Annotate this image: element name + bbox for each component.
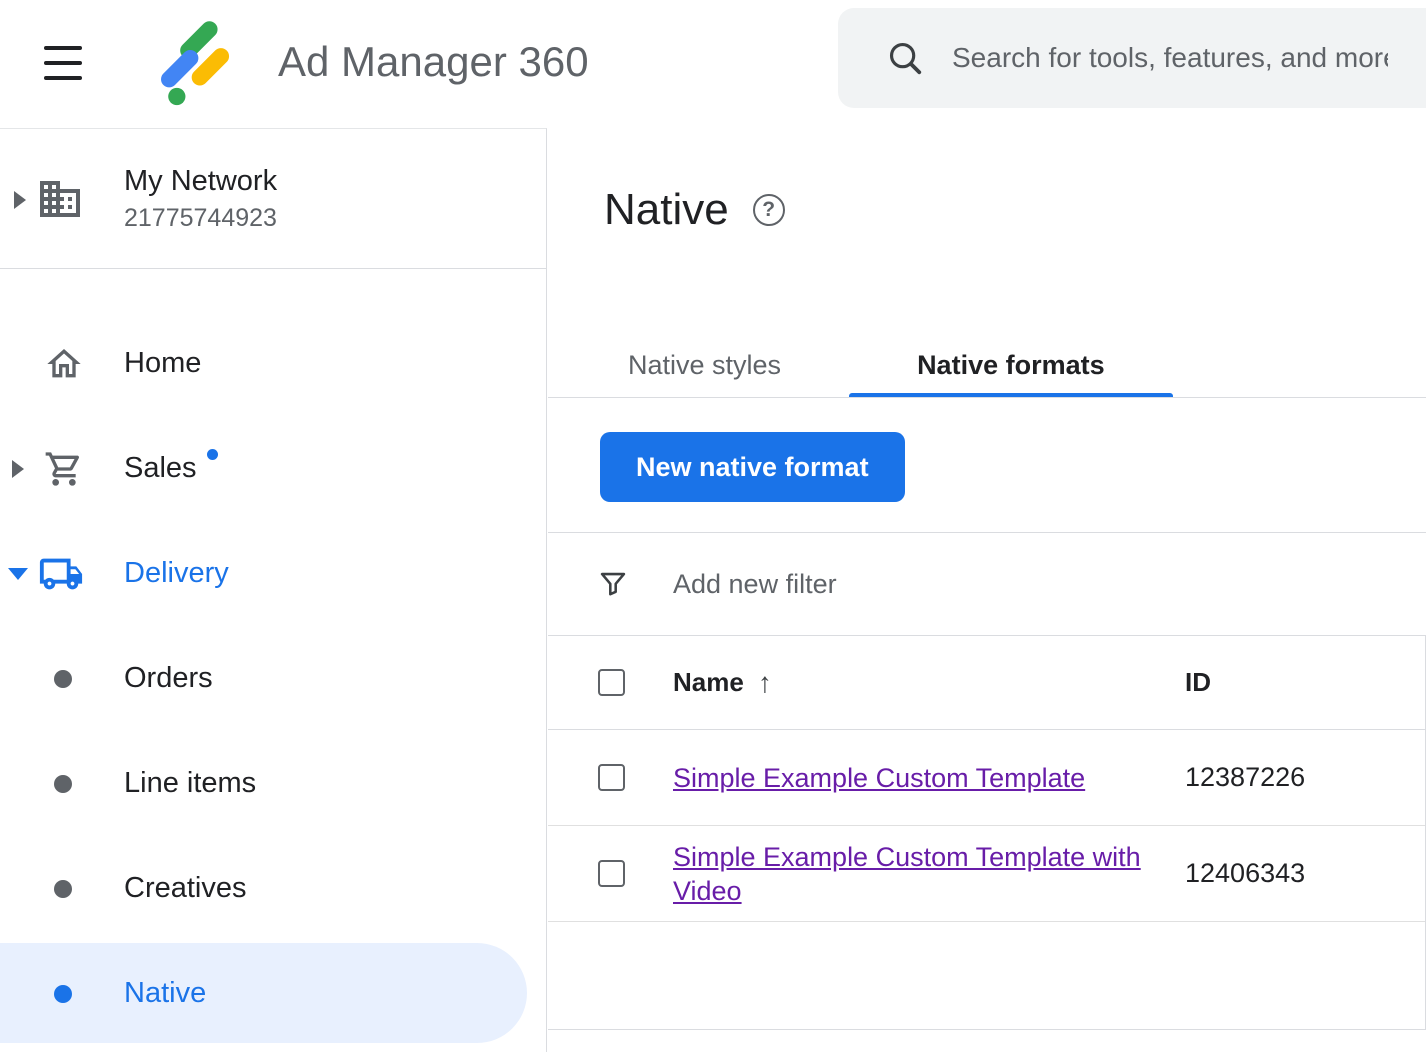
- help-icon[interactable]: ?: [753, 194, 785, 226]
- native-format-id: 12387226: [1185, 762, 1305, 793]
- delivery-truck-icon: [38, 551, 84, 597]
- table-empty-area: [548, 922, 1425, 1030]
- sidebar-item-creatives[interactable]: Creatives: [0, 836, 546, 941]
- search-bar[interactable]: [838, 8, 1426, 108]
- table-row: Simple Example Custom Template with Vide…: [548, 826, 1425, 922]
- sidebar-item-label: Home: [124, 347, 201, 380]
- sidebar-nav: Home Sales Delivery Orders Line items: [0, 269, 546, 1046]
- bullet-icon: [54, 775, 72, 793]
- network-id: 21775744923: [124, 204, 277, 233]
- sidebar-item-label: Sales: [124, 452, 197, 485]
- collapse-delivery-icon[interactable]: [8, 568, 28, 580]
- select-all-checkbox[interactable]: [598, 669, 625, 696]
- bullet-icon: [54, 880, 72, 898]
- filter-funnel-icon: [596, 567, 630, 601]
- network-building-icon: [36, 175, 84, 223]
- sidebar-item-home[interactable]: Home: [0, 311, 546, 416]
- name-column-header[interactable]: Name: [673, 667, 744, 698]
- sidebar-item-sales[interactable]: Sales: [0, 416, 546, 521]
- expand-sales-icon[interactable]: [12, 460, 24, 478]
- app-title: Ad Manager 360: [278, 38, 589, 86]
- sidebar-item-label: Creatives: [124, 872, 247, 905]
- bullet-icon: [54, 985, 72, 1003]
- main-content: Native ? Native styles Native formats Ne…: [548, 128, 1426, 1052]
- tab-native-styles[interactable]: Native styles: [560, 334, 849, 397]
- bullet-icon: [54, 670, 72, 688]
- row-checkbox[interactable]: [598, 764, 625, 791]
- sidebar-item-delivery[interactable]: Delivery: [0, 521, 546, 626]
- sidebar: My Network 21775744923 Home Sales Delive…: [0, 128, 547, 1052]
- network-selector[interactable]: My Network 21775744923: [0, 129, 546, 269]
- ad-manager-logo[interactable]: [150, 16, 242, 108]
- sidebar-item-orders[interactable]: Orders: [0, 626, 546, 731]
- filter-label: Add new filter: [673, 569, 837, 600]
- search-icon: [886, 39, 924, 77]
- selected-item-highlight: [0, 943, 527, 1043]
- sidebar-item-label: Line items: [124, 767, 256, 800]
- home-icon: [44, 344, 84, 384]
- sidebar-item-native[interactable]: Native: [0, 941, 546, 1046]
- expand-network-icon[interactable]: [14, 191, 26, 209]
- add-filter-button[interactable]: Add new filter: [548, 532, 1426, 635]
- row-checkbox[interactable]: [598, 860, 625, 887]
- sidebar-item-label: Native: [124, 977, 206, 1010]
- sidebar-item-label: Delivery: [124, 557, 229, 590]
- native-format-link[interactable]: Simple Example Custom Template with Vide…: [673, 840, 1143, 908]
- table-header-row: Name ↑ ID: [548, 636, 1425, 730]
- page-header: Native ?: [548, 128, 1426, 236]
- cart-icon: [44, 449, 84, 489]
- page-title: Native: [604, 184, 729, 236]
- network-name: My Network: [124, 165, 277, 198]
- sidebar-item-label: Orders: [124, 662, 213, 695]
- native-formats-table: Name ↑ ID Simple Example Custom Template…: [548, 635, 1426, 1030]
- search-input[interactable]: [950, 41, 1390, 75]
- table-row: Simple Example Custom Template 12387226: [548, 730, 1425, 826]
- tab-native-formats[interactable]: Native formats: [849, 334, 1173, 397]
- tab-bar: Native styles Native formats: [548, 334, 1426, 398]
- ad-manager-app: { "header": { "app_title": "Ad Manager 3…: [0, 0, 1426, 1052]
- native-format-id: 12406343: [1185, 858, 1305, 889]
- sort-ascending-icon: ↑: [758, 667, 772, 699]
- native-format-link[interactable]: Simple Example Custom Template: [673, 761, 1085, 795]
- top-app-bar: Ad Manager 360: [0, 0, 1426, 128]
- menu-hamburger-icon[interactable]: [44, 46, 82, 80]
- new-native-format-button[interactable]: New native format: [600, 432, 905, 502]
- sidebar-item-line-items[interactable]: Line items: [0, 731, 546, 836]
- id-column-header[interactable]: ID: [1185, 667, 1211, 698]
- sales-notification-dot: [207, 449, 218, 460]
